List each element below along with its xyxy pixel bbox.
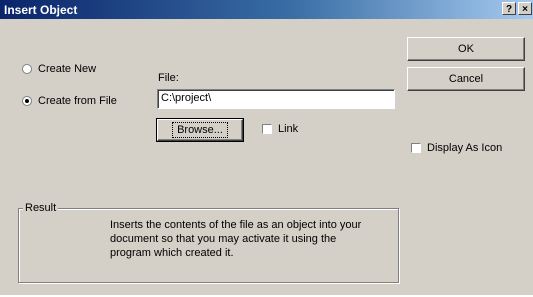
ok-button[interactable]: OK: [407, 37, 525, 61]
result-legend: Result: [23, 202, 59, 214]
title-bar[interactable]: Insert Object ? ×: [0, 0, 533, 19]
result-group: Result Inserts the contents of the file …: [18, 202, 399, 283]
result-text-line-3: program which created it.: [110, 247, 234, 259]
link-check-box[interactable]: [262, 124, 272, 134]
result-text-line-1: Inserts the contents of the file as an o…: [110, 219, 362, 231]
display-as-icon-checkbox[interactable]: Display As Icon: [411, 142, 502, 154]
file-path-value: C:\project\: [161, 92, 212, 104]
create-new-radio-dot[interactable]: [22, 64, 32, 74]
file-label: File:: [158, 72, 179, 84]
result-text-line-2: document so that you may activate it usi…: [110, 233, 337, 245]
window-title: Insert Object: [4, 3, 78, 17]
browse-label: Browse...: [172, 122, 228, 138]
display-as-icon-label: Display As Icon: [427, 142, 503, 154]
create-from-file-radio-dot[interactable]: [22, 96, 32, 106]
create-new-label: Create New: [38, 63, 97, 75]
file-path-input[interactable]: C:\project\: [157, 89, 395, 109]
link-label: Link: [278, 123, 299, 135]
insert-object-dialog: Insert Object ? × Create New Create from…: [0, 0, 533, 297]
browse-button[interactable]: Browse...: [156, 118, 244, 142]
ok-label: OK: [458, 43, 474, 55]
create-from-file-radio[interactable]: Create from File: [22, 95, 117, 107]
cancel-label: Cancel: [448, 73, 484, 85]
help-button[interactable]: ?: [502, 2, 516, 15]
close-button[interactable]: ×: [518, 2, 532, 15]
create-from-file-label: Create from File: [38, 95, 117, 107]
cancel-button[interactable]: Cancel: [407, 67, 525, 91]
close-icon: ×: [522, 4, 528, 15]
display-as-icon-check-box[interactable]: [411, 143, 421, 153]
link-checkbox[interactable]: Link: [262, 123, 298, 135]
create-new-radio[interactable]: Create New: [22, 63, 96, 75]
help-icon: ?: [505, 4, 513, 15]
